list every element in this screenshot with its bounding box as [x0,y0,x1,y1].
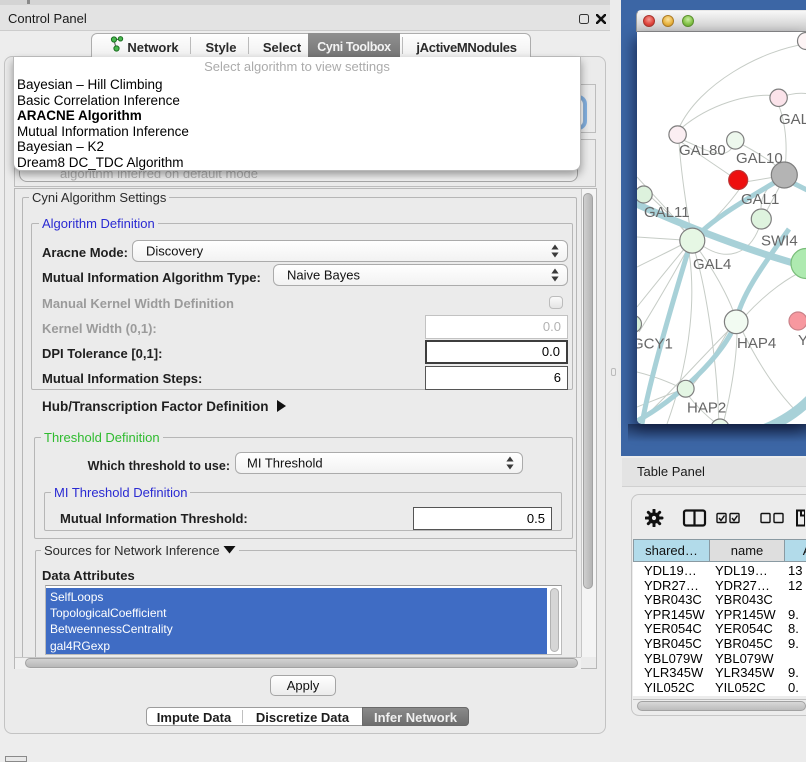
svg-text:GAL1: GAL1 [741,191,779,208]
svg-text:GAL7: GAL7 [779,111,806,128]
svg-text:GCY1: GCY1 [637,336,673,353]
svg-text:GAL4: GAL4 [693,256,731,273]
svg-text:SWI4: SWI4 [761,233,798,250]
svg-text:YJ: YJ [798,332,806,349]
svg-text:HAP4: HAP4 [737,335,776,352]
svg-text:GAL10: GAL10 [736,150,783,167]
svg-text:GAL80: GAL80 [679,142,726,159]
svg-text:HAP2: HAP2 [687,400,726,417]
svg-text:GAL11: GAL11 [644,204,690,221]
